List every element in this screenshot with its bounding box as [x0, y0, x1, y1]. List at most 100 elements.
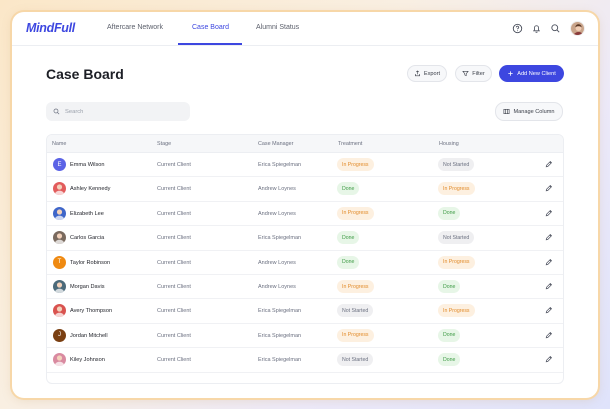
housing-status-badge: Done — [438, 353, 461, 367]
avatar-initial: E — [57, 161, 62, 168]
avatar — [53, 304, 66, 318]
export-label: Export — [423, 70, 441, 77]
stage-cell: Current Client — [157, 259, 191, 266]
table-header: Name Stage Case Manager Treatment Housin… — [47, 135, 563, 153]
search-field[interactable] — [46, 102, 190, 121]
stage-cell: Current Client — [157, 357, 191, 364]
client-name[interactable]: Kiley Johnson — [70, 357, 105, 363]
table-row[interactable]: E Emma Wilson Current Client Erica Spiegelm… — [47, 153, 563, 178]
user-avatar[interactable] — [570, 21, 585, 36]
table-row[interactable]: Elizabeth Lee Current Client Andrew Loynes… — [47, 202, 563, 227]
avatar — [53, 280, 66, 293]
column-header-housing[interactable]: Housing — [439, 141, 459, 147]
avatar-initial: T — [57, 259, 62, 266]
edit-icon[interactable] — [545, 331, 553, 339]
tab-case-board[interactable]: Case Board — [192, 24, 229, 31]
manage-column-button[interactable]: Manage Column — [495, 102, 563, 121]
avatar-photo — [54, 233, 65, 245]
case-manager-cell: Erica Spiegelman — [258, 332, 302, 339]
column-header-case-manager[interactable]: Case Manager — [258, 141, 293, 147]
column-header-name[interactable]: Name — [52, 141, 66, 147]
treatment-status-badge: In Progress — [337, 158, 374, 171]
stage-cell: Current Client — [157, 210, 191, 217]
bell-icon[interactable] — [531, 23, 542, 34]
edit-icon[interactable] — [545, 355, 553, 363]
edit-icon[interactable] — [545, 233, 553, 241]
avatar: E — [53, 158, 66, 171]
table-row[interactable]: Avery Thompson Current Client Erica Spiege… — [47, 299, 563, 324]
client-name[interactable]: Elizabeth Lee — [70, 211, 104, 217]
case-table: Name Stage Case Manager Treatment Housin… — [46, 134, 564, 384]
housing-status-badge: Done — [438, 280, 461, 293]
housing-status-badge: Done — [438, 328, 461, 342]
avatar-photo — [54, 355, 65, 367]
housing-status-badge: Not Started — [438, 158, 475, 171]
edit-icon[interactable] — [545, 209, 553, 217]
table-row[interactable]: T Taylor Robinson Current Client Andrew Loy… — [47, 251, 563, 275]
tab-alumni-status[interactable]: Alumni Status — [256, 24, 299, 31]
filter-button[interactable]: Filter — [455, 65, 492, 82]
case-manager-cell: Andrew Loynes — [258, 259, 296, 266]
edit-icon[interactable] — [545, 160, 553, 168]
logo[interactable]: MindFull — [26, 21, 75, 35]
client-name[interactable]: Morgan Davis — [70, 284, 105, 290]
treatment-status-badge: In Progress — [337, 280, 374, 293]
search-icon[interactable] — [550, 23, 561, 34]
stage-cell: Current Client — [157, 162, 191, 168]
avatar — [53, 231, 66, 245]
edit-icon[interactable] — [545, 184, 553, 192]
avatar-photo — [54, 184, 65, 196]
case-manager-cell: Erica Spiegelman — [258, 357, 302, 364]
treatment-status-badge: In Progress — [337, 328, 374, 342]
treatment-status-badge: Done — [337, 231, 360, 245]
client-name[interactable]: Emma Wilson — [70, 162, 105, 168]
case-manager-cell: Erica Spiegelman — [258, 308, 302, 315]
table-row[interactable]: Kiley Johnson Current Client Erica Spiegel… — [47, 348, 563, 373]
case-manager-cell: Andrew Loynes — [258, 284, 296, 290]
case-manager-cell: Andrew Loynes — [258, 210, 296, 217]
column-header-treatment[interactable]: Treatment — [338, 141, 362, 147]
housing-status-badge: In Progress — [438, 255, 475, 269]
case-manager-cell: Andrew Loynes — [258, 186, 296, 193]
filter-icon — [462, 71, 470, 77]
export-button[interactable]: Export — [407, 65, 447, 82]
tab-aftercare-network[interactable]: Aftercare Network — [107, 24, 163, 31]
avatar-initial: J — [58, 332, 61, 339]
avatar — [53, 353, 66, 367]
avatar: T — [53, 255, 66, 269]
treatment-status-badge: Done — [337, 255, 360, 269]
edit-icon[interactable] — [545, 306, 553, 314]
housing-status-badge: Done — [438, 206, 461, 220]
client-name[interactable]: Avery Thompson — [70, 308, 112, 314]
client-name[interactable]: Carlos Garcia — [70, 235, 104, 241]
column-header-stage[interactable]: Stage — [157, 141, 171, 147]
stage-cell: Current Client — [157, 308, 191, 315]
stage-cell: Current Client — [157, 235, 191, 242]
help-icon[interactable] — [512, 23, 523, 34]
table-row[interactable]: Morgan Davis Current Client Andrew Loynes I… — [47, 275, 563, 300]
treatment-status-badge: Not Started — [337, 353, 374, 367]
treatment-status-badge: In Progress — [337, 206, 374, 220]
table-row[interactable]: Ashley Kennedy Current Client Andrew Loyne… — [47, 177, 563, 202]
search-input[interactable] — [65, 108, 175, 115]
stage-cell: Current Client — [157, 332, 191, 339]
client-name[interactable]: Ashley Kennedy — [70, 186, 110, 192]
app-window: MindFull Aftercare Network Case Board Al… — [12, 12, 598, 398]
treatment-status-badge: Done — [337, 182, 360, 196]
client-name[interactable]: Taylor Robinson — [70, 260, 110, 266]
table-row[interactable]: Carlos Garcia Current Client Erica Spiegel… — [47, 226, 563, 251]
active-tab-indicator — [178, 43, 242, 45]
avatar: J — [53, 328, 66, 342]
add-new-client-label: Add New Client — [517, 70, 556, 77]
case-manager-cell: Erica Spiegelman — [258, 235, 302, 242]
table-row[interactable]: J Jordan Mitchell Current Client Erica Spie… — [47, 324, 563, 349]
columns-icon — [504, 109, 510, 114]
housing-status-badge: In Progress — [438, 304, 475, 318]
page-title: Case Board — [46, 66, 124, 82]
add-new-client-button[interactable]: Add New Client — [499, 65, 564, 82]
client-name[interactable]: Jordan Mitchell — [70, 333, 108, 339]
edit-icon[interactable] — [545, 282, 553, 290]
avatar — [53, 206, 66, 220]
edit-icon[interactable] — [545, 258, 553, 266]
treatment-status-badge: Not Started — [337, 304, 374, 318]
